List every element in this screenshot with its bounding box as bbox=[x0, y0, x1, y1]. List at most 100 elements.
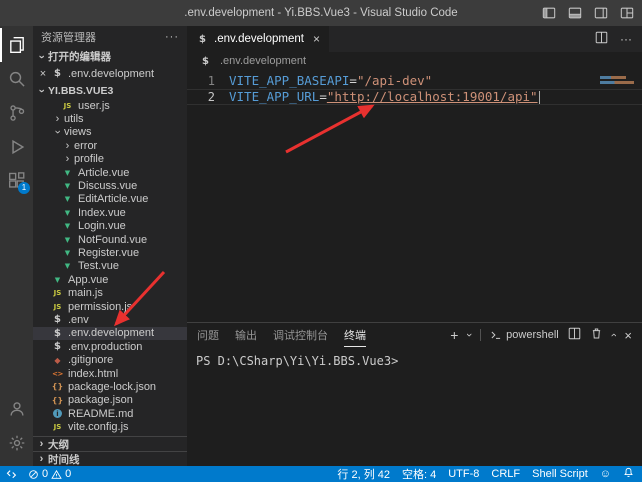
open-editor-item[interactable]: × $ .env.development bbox=[33, 65, 187, 82]
md-file-icon: i bbox=[53, 409, 62, 418]
tab-label: .env.development bbox=[214, 33, 304, 45]
indentation-button[interactable]: 空格: 4 bbox=[402, 466, 436, 482]
file-name: NotFound.vue bbox=[78, 234, 147, 246]
breadcrumb-item: .env.development bbox=[220, 55, 306, 67]
tree-item-package.json[interactable]: {}package.json bbox=[33, 394, 187, 407]
file-name: Login.vue bbox=[78, 220, 126, 232]
tree-item-Index.vue[interactable]: ▼Index.vue bbox=[33, 206, 187, 219]
timeline-section-header[interactable]: › 时间线 bbox=[33, 451, 187, 466]
minimap-line bbox=[600, 76, 626, 79]
cursor-position-button[interactable]: 行 2, 列 42 bbox=[337, 466, 390, 482]
code-line-2[interactable]: 2VITE_APP_URL="http://localhost:19001/ap… bbox=[187, 89, 642, 105]
customize-layout-icon[interactable] bbox=[620, 6, 634, 20]
tab-problems[interactable]: 问题 bbox=[197, 323, 219, 347]
extensions-badge: 1 bbox=[18, 182, 30, 194]
tree-item-App.vue[interactable]: ▼App.vue bbox=[33, 273, 187, 286]
json-file-icon: {} bbox=[51, 396, 64, 405]
toggle-sidebar-icon[interactable] bbox=[542, 6, 556, 20]
tree-item-Login.vue[interactable]: ▼Login.vue bbox=[33, 220, 187, 233]
open-editors-header[interactable]: › 打开的编辑器 bbox=[33, 48, 187, 65]
tree-item-utils[interactable]: ›utils bbox=[33, 112, 187, 125]
language-mode-button[interactable]: Shell Script bbox=[532, 468, 588, 480]
status-bar-left: 0 0 bbox=[6, 468, 71, 480]
split-terminal-icon[interactable] bbox=[568, 327, 581, 343]
terminal-output[interactable]: PS D:\CSharp\Yi\Yi.BBS.Vue3> bbox=[187, 347, 642, 466]
tree-item-profile[interactable]: ›profile bbox=[33, 153, 187, 166]
tree-item-error[interactable]: ›error bbox=[33, 139, 187, 152]
new-terminal-icon[interactable]: + bbox=[450, 327, 458, 343]
more-actions-icon[interactable]: ··· bbox=[165, 31, 179, 43]
tree-item-Discuss.vue[interactable]: ▼Discuss.vue bbox=[33, 179, 187, 192]
code-line-1[interactable]: 1VITE_APP_BASEAPI="/api-dev" bbox=[187, 73, 642, 89]
operator: = bbox=[319, 89, 327, 105]
minimap[interactable] bbox=[598, 74, 640, 86]
account-icon[interactable] bbox=[0, 392, 33, 426]
project-header[interactable]: › YI.BBS.VUE3 bbox=[33, 82, 187, 99]
close-icon[interactable]: × bbox=[37, 68, 49, 80]
tree-item-NotFound.vue[interactable]: ▼NotFound.vue bbox=[33, 233, 187, 246]
problems-counter[interactable]: 0 0 bbox=[28, 468, 71, 480]
notifications-bell-icon[interactable] bbox=[623, 467, 634, 481]
chevron-down-icon[interactable]: › bbox=[463, 333, 475, 337]
tree-item-views[interactable]: ›views bbox=[33, 126, 187, 139]
vue-file-icon: ▼ bbox=[61, 182, 74, 190]
shell-selector[interactable]: powershell bbox=[490, 329, 559, 341]
file-name: Article.vue bbox=[78, 167, 129, 179]
split-editor-icon[interactable] bbox=[595, 31, 608, 47]
explorer-icon[interactable] bbox=[0, 28, 33, 62]
encoding-button[interactable]: UTF-8 bbox=[448, 468, 479, 480]
line-number: 1 bbox=[187, 73, 215, 89]
extensions-icon[interactable]: 1 bbox=[0, 164, 33, 198]
tree-item-package-lock.json[interactable]: {}package-lock.json bbox=[33, 380, 187, 393]
source-control-icon[interactable] bbox=[0, 96, 33, 130]
tree-item-Register.vue[interactable]: ▼Register.vue bbox=[33, 246, 187, 259]
toggle-secondary-sidebar-icon[interactable] bbox=[594, 6, 608, 20]
tree-item-.env.production[interactable]: $.env.production bbox=[33, 340, 187, 353]
kill-terminal-icon[interactable] bbox=[590, 327, 603, 343]
status-bar-right: 行 2, 列 42 空格: 4 UTF-8 CRLF Shell Script … bbox=[337, 466, 634, 482]
tree-item-EditArticle.vue[interactable]: ▼EditArticle.vue bbox=[33, 193, 187, 206]
toggle-panel-icon[interactable] bbox=[568, 6, 582, 20]
tab-debug-console[interactable]: 调试控制台 bbox=[273, 323, 328, 347]
text-cursor bbox=[539, 91, 540, 104]
tree-item-vite.config.js[interactable]: JSvite.config.js bbox=[33, 420, 187, 433]
feedback-smiley-icon[interactable]: ☺ bbox=[600, 468, 611, 480]
tree-item-permission.js[interactable]: JSpermission.js bbox=[33, 300, 187, 313]
file-name: user.js bbox=[78, 100, 110, 112]
chevron-right-icon: › bbox=[35, 453, 48, 465]
tree-item-.gitignore[interactable]: ◆.gitignore bbox=[33, 353, 187, 366]
outline-label: 大纲 bbox=[48, 437, 69, 452]
outline-section-header[interactable]: › 大纲 bbox=[33, 436, 187, 451]
more-actions-icon[interactable]: ··· bbox=[620, 32, 632, 46]
env-file-icon: $ bbox=[51, 328, 64, 339]
run-debug-icon[interactable] bbox=[0, 130, 33, 164]
file-name: .env bbox=[68, 314, 89, 326]
settings-gear-icon[interactable] bbox=[0, 426, 33, 460]
bottom-panel: 问题 输出 调试控制台 终端 + › powershell bbox=[187, 322, 642, 466]
breadcrumb[interactable]: $ .env.development bbox=[187, 52, 642, 70]
tree-item-Article.vue[interactable]: ▼ Article.vue bbox=[33, 166, 187, 179]
tree-item-Test.vue[interactable]: ▼Test.vue bbox=[33, 260, 187, 273]
code-editor[interactable]: 1VITE_APP_BASEAPI="/api-dev" 2VITE_APP_U… bbox=[187, 70, 642, 322]
vue-file-icon: ▼ bbox=[61, 169, 74, 177]
tab-output[interactable]: 输出 bbox=[235, 323, 257, 347]
chevron-down-icon: › bbox=[36, 50, 48, 63]
maximize-panel-icon[interactable]: › bbox=[608, 333, 620, 337]
close-panel-icon[interactable]: × bbox=[624, 328, 632, 343]
env-file-icon: $ bbox=[51, 341, 64, 352]
tree-item-user.js[interactable]: JSuser.js bbox=[33, 99, 187, 112]
editor-tab-bar: $ .env.development × ··· bbox=[187, 26, 642, 52]
tree-item-main.js[interactable]: JSmain.js bbox=[33, 286, 187, 299]
close-icon[interactable]: × bbox=[313, 32, 320, 46]
tree-item-index.html[interactable]: <>index.html bbox=[33, 367, 187, 380]
tab-env-development[interactable]: $ .env.development × bbox=[187, 26, 329, 52]
remote-indicator[interactable] bbox=[6, 468, 18, 480]
eol-button[interactable]: CRLF bbox=[491, 468, 520, 480]
search-icon[interactable] bbox=[0, 62, 33, 96]
tab-terminal[interactable]: 终端 bbox=[344, 323, 366, 347]
tree-item-.env.development[interactable]: $.env.development bbox=[33, 327, 187, 340]
tree-item-README.md[interactable]: iREADME.md bbox=[33, 407, 187, 420]
js-file-icon: JS bbox=[51, 423, 64, 431]
vue-file-icon: ▼ bbox=[61, 262, 74, 270]
tree-item-.env[interactable]: $.env bbox=[33, 313, 187, 326]
